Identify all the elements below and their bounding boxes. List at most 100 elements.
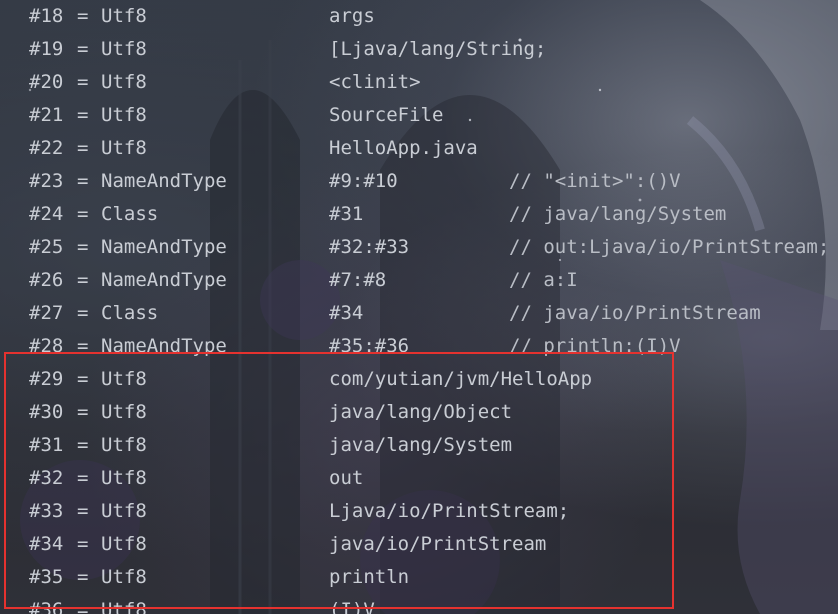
entry-equals: = [77, 434, 89, 456]
entry-equals: = [77, 104, 89, 126]
entry-value: com/yutian/jvm/HelloApp [329, 368, 593, 390]
entry-index: #22 [29, 137, 64, 159]
entry-type: NameAndType [101, 236, 227, 258]
entry-equals: = [77, 533, 89, 555]
entry-value: println [329, 566, 410, 588]
entry-type: Class [101, 203, 159, 225]
entry-type: Utf8 [101, 533, 147, 555]
entry-type: Utf8 [101, 401, 147, 423]
entry-equals: = [77, 302, 89, 324]
entry-equals: = [77, 236, 89, 258]
entry-equals: = [77, 566, 89, 588]
entry-equals: = [77, 368, 89, 390]
entry-type: Utf8 [101, 566, 147, 588]
entry-index: #28 [29, 335, 64, 357]
entry-equals: = [77, 467, 89, 489]
constant-pool-entry: #35 = Utf8 println [0, 561, 838, 594]
constant-pool-entry: #28 = NameAndType #35:#36 // println:(I)V [0, 330, 838, 363]
entry-comment: // "<init>":()V [509, 170, 681, 192]
entry-value: #9:#10 [329, 170, 398, 192]
entry-equals: = [77, 38, 89, 60]
entry-index: #20 [29, 71, 64, 93]
entry-type: NameAndType [101, 269, 227, 291]
entry-value: args [329, 5, 375, 27]
constant-pool-listing: #18 = Utf8 args #19 = Utf8 [Ljava/lang/String; #… [0, 0, 838, 614]
entry-value: Ljava/io/PrintStream; [329, 500, 570, 522]
constant-pool-entry: #24 = Class #31 // java/lang/System [0, 198, 838, 231]
entry-equals: = [77, 269, 89, 291]
constant-pool-entry: #27 = Class #34 // java/io/PrintStream [0, 297, 838, 330]
entry-comment: // java/lang/System [509, 203, 727, 225]
entry-index: #19 [29, 38, 64, 60]
entry-type: Utf8 [101, 71, 147, 93]
entry-index: #24 [29, 203, 64, 225]
entry-comment: // a:I [509, 269, 578, 291]
entry-equals: = [77, 401, 89, 423]
entry-index: #34 [29, 533, 64, 555]
entry-equals: = [77, 335, 89, 357]
constant-pool-entry: #34 = Utf8 java/io/PrintStream [0, 528, 838, 561]
entry-index: #36 [29, 599, 64, 614]
entry-type: NameAndType [101, 170, 227, 192]
entry-index: #31 [29, 434, 64, 456]
entry-equals: = [77, 500, 89, 522]
entry-type: Utf8 [101, 368, 147, 390]
entry-value: HelloApp.java [329, 137, 478, 159]
entry-equals: = [77, 599, 89, 614]
entry-index: #35 [29, 566, 64, 588]
entry-index: #29 [29, 368, 64, 390]
entry-type: Class [101, 302, 159, 324]
entry-value: #32:#33 [329, 236, 410, 258]
entry-type: Utf8 [101, 38, 147, 60]
entry-value: #31 [329, 203, 364, 225]
entry-value: SourceFile [329, 104, 444, 126]
entry-equals: = [77, 71, 89, 93]
entry-type: Utf8 [101, 500, 147, 522]
entry-index: #30 [29, 401, 64, 423]
constant-pool-entry: #32 = Utf8 out [0, 462, 838, 495]
constant-pool-entry: #19 = Utf8 [Ljava/lang/String; [0, 33, 838, 66]
entry-value: (I)V [329, 599, 375, 614]
entry-equals: = [77, 203, 89, 225]
entry-equals: = [77, 137, 89, 159]
entry-value: #35:#36 [329, 335, 410, 357]
entry-comment: // java/io/PrintStream [509, 302, 761, 324]
constant-pool-entry: #33 = Utf8 Ljava/io/PrintStream; [0, 495, 838, 528]
entry-equals: = [77, 5, 89, 27]
entry-comment: // out:Ljava/io/PrintStream; [509, 236, 830, 258]
constant-pool-entry: #20 = Utf8 <clinit> [0, 66, 838, 99]
constant-pool-entry: #26 = NameAndType #7:#8 // a:I [0, 264, 838, 297]
entry-value: out [329, 467, 364, 489]
entry-value: #34 [329, 302, 364, 324]
entry-equals: = [77, 170, 89, 192]
entry-value: [Ljava/lang/String; [329, 38, 547, 60]
constant-pool-entry: #29 = Utf8 com/yutian/jvm/HelloApp [0, 363, 838, 396]
entry-value: #7:#8 [329, 269, 387, 291]
entry-index: #26 [29, 269, 64, 291]
entry-index: #27 [29, 302, 64, 324]
entry-value: java/io/PrintStream [329, 533, 547, 555]
constant-pool-entry: #23 = NameAndType #9:#10 // "<init>":()V [0, 165, 838, 198]
constant-pool-entry: #36 = Utf8 (I)V [0, 594, 838, 614]
constant-pool-entry: #31 = Utf8 java/lang/System [0, 429, 838, 462]
entry-index: #33 [29, 500, 64, 522]
entry-value: <clinit> [329, 71, 421, 93]
entry-value: java/lang/System [329, 434, 513, 456]
constant-pool-entry: #30 = Utf8 java/lang/Object [0, 396, 838, 429]
entry-type: Utf8 [101, 5, 147, 27]
entry-index: #21 [29, 104, 64, 126]
entry-value: java/lang/Object [329, 401, 513, 423]
entry-index: #23 [29, 170, 64, 192]
entry-type: Utf8 [101, 137, 147, 159]
entry-index: #18 [29, 5, 64, 27]
entry-index: #32 [29, 467, 64, 489]
constant-pool-entry: #18 = Utf8 args [0, 0, 838, 33]
entry-index: #25 [29, 236, 64, 258]
entry-type: Utf8 [101, 599, 147, 614]
entry-type: Utf8 [101, 434, 147, 456]
entry-type: Utf8 [101, 467, 147, 489]
entry-type: NameAndType [101, 335, 227, 357]
constant-pool-entry: #22 = Utf8 HelloApp.java [0, 132, 838, 165]
constant-pool-entry: #21 = Utf8 SourceFile [0, 99, 838, 132]
entry-comment: // println:(I)V [509, 335, 681, 357]
